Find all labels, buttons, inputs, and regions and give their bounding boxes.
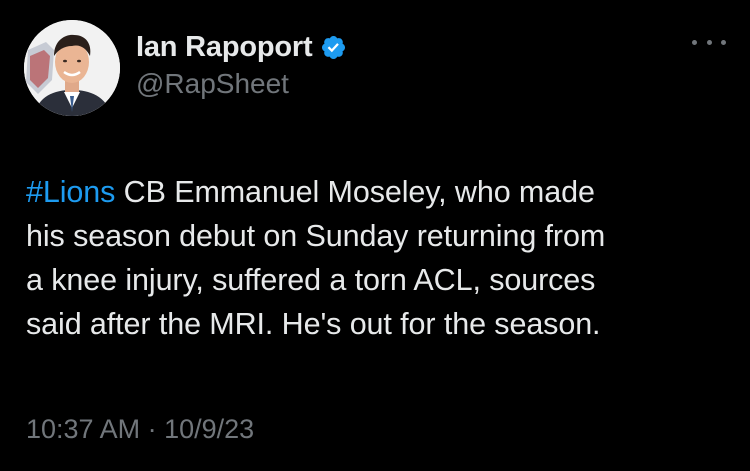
more-dot [692, 39, 697, 45]
profile-photo-icon [24, 20, 120, 116]
avatar[interactable] [24, 20, 120, 116]
tweet-timestamp[interactable]: 10:37 AM · 10/9/23 [26, 414, 254, 445]
tweet-date: 10/9/23 [164, 414, 255, 444]
tweet-card: Ian Rapoport @RapSheet #Lions CB Emmanue… [0, 0, 750, 471]
tweet-text-line: said after the MRI. He's out for the sea… [26, 307, 601, 341]
verified-badge-icon [322, 35, 346, 59]
meta-separator: · [140, 414, 165, 444]
author-handle[interactable]: @RapSheet [136, 68, 289, 100]
author-display-name[interactable]: Ian Rapoport [136, 31, 313, 64]
hashtag-link[interactable]: #Lions [26, 175, 115, 209]
tweet-text-line: #Lions CB Emmanuel Moseley, who made [26, 170, 736, 214]
tweet-text-segment: CB Emmanuel Moseley, who made [115, 175, 595, 209]
tweet-time: 10:37 AM [26, 414, 141, 444]
more-dot [721, 39, 726, 45]
tweet-text-line: a knee injury, suffered a torn ACL, sour… [26, 263, 596, 297]
author-name-row[interactable]: Ian Rapoport [136, 28, 347, 66]
more-dot [706, 39, 712, 45]
tweet-text: #Lions CB Emmanuel Moseley, who made his… [26, 170, 736, 346]
more-options-icon[interactable] [692, 32, 726, 52]
tweet-text-line: his season debut on Sunday returning fro… [26, 219, 606, 253]
